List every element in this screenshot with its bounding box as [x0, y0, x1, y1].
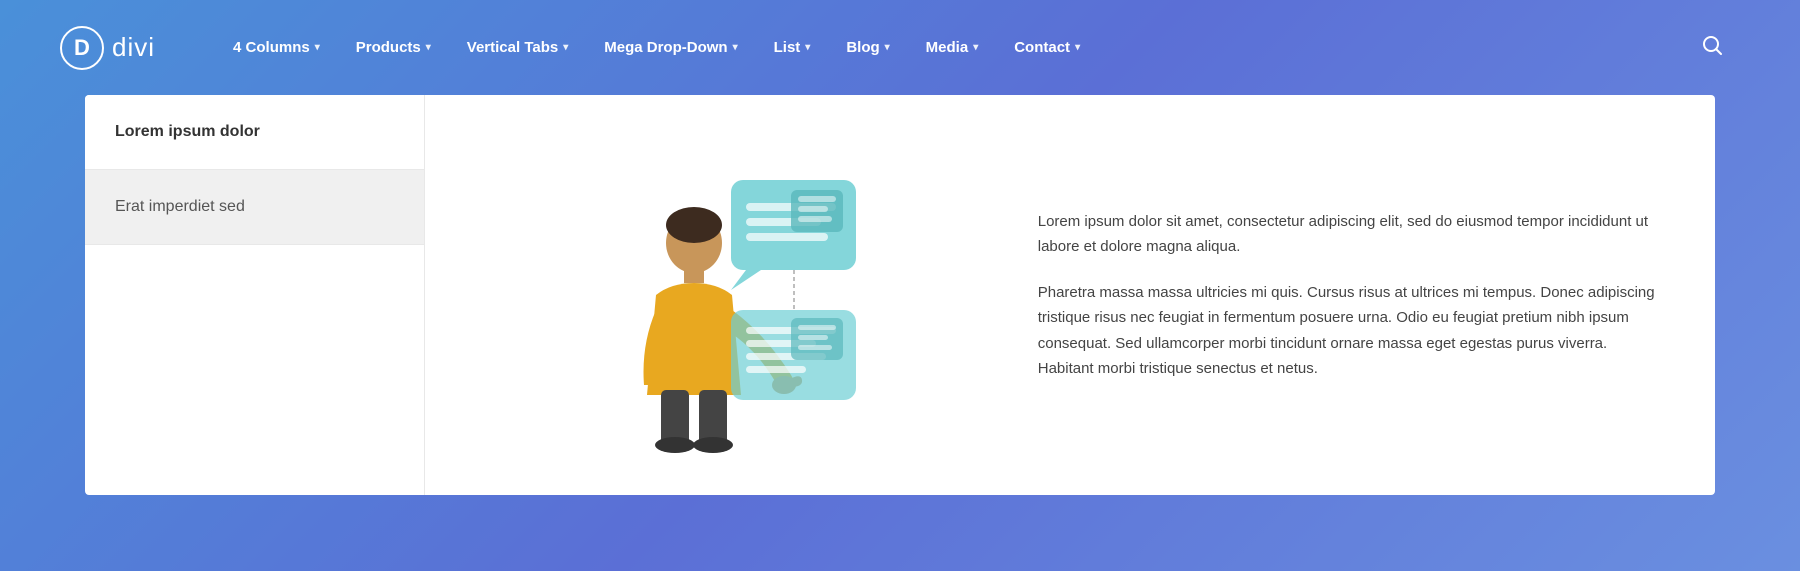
logo-icon: D — [60, 26, 104, 70]
text-content: Lorem ipsum dolor sit amet, consectetur … — [988, 95, 1715, 495]
chevron-down-icon: ▾ — [315, 42, 320, 53]
sidebar: Lorem ipsum dolor Erat imperdiet sed — [85, 95, 425, 495]
chevron-down-icon: ▾ — [1075, 42, 1080, 53]
nav-item-vertical-tabs[interactable]: Vertical Tabs ▾ — [449, 29, 586, 66]
chevron-down-icon: ▾ — [733, 42, 738, 53]
header: D divi 4 Columns ▾ Products ▾ Vertical T… — [0, 0, 1800, 95]
main-nav: 4 Columns ▾ Products ▾ Vertical Tabs ▾ M… — [215, 25, 1740, 71]
nav-item-contact[interactable]: Contact ▾ — [996, 29, 1098, 66]
paragraph-1: Lorem ipsum dolor sit amet, consectetur … — [1038, 209, 1665, 260]
nav-item-products[interactable]: Products ▾ — [338, 29, 449, 66]
search-icon[interactable] — [1684, 25, 1740, 71]
chevron-down-icon: ▾ — [885, 42, 890, 53]
nav-item-4columns[interactable]: 4 Columns ▾ — [215, 29, 338, 66]
illustration — [536, 135, 876, 455]
nav-item-list[interactable]: List ▾ — [756, 29, 829, 66]
chevron-down-icon: ▾ — [426, 42, 431, 53]
nav-item-blog[interactable]: Blog ▾ — [828, 29, 907, 66]
sidebar-item-erat[interactable]: Erat imperdiet sed — [85, 170, 424, 245]
logo[interactable]: D divi — [60, 26, 155, 70]
nav-item-mega-dropdown[interactable]: Mega Drop-Down ▾ — [586, 29, 755, 66]
chevron-down-icon: ▾ — [563, 42, 568, 53]
paragraph-2: Pharetra massa massa ultricies mi quis. … — [1038, 280, 1665, 382]
main-content: Lorem ipsum dolor Erat imperdiet sed — [85, 95, 1715, 495]
sidebar-item-lorem[interactable]: Lorem ipsum dolor — [85, 95, 424, 170]
illustration-area — [425, 95, 988, 495]
chevron-down-icon: ▾ — [973, 42, 978, 53]
nav-item-media[interactable]: Media ▾ — [908, 29, 997, 66]
logo-text: divi — [112, 32, 155, 63]
chevron-down-icon: ▾ — [805, 42, 810, 53]
